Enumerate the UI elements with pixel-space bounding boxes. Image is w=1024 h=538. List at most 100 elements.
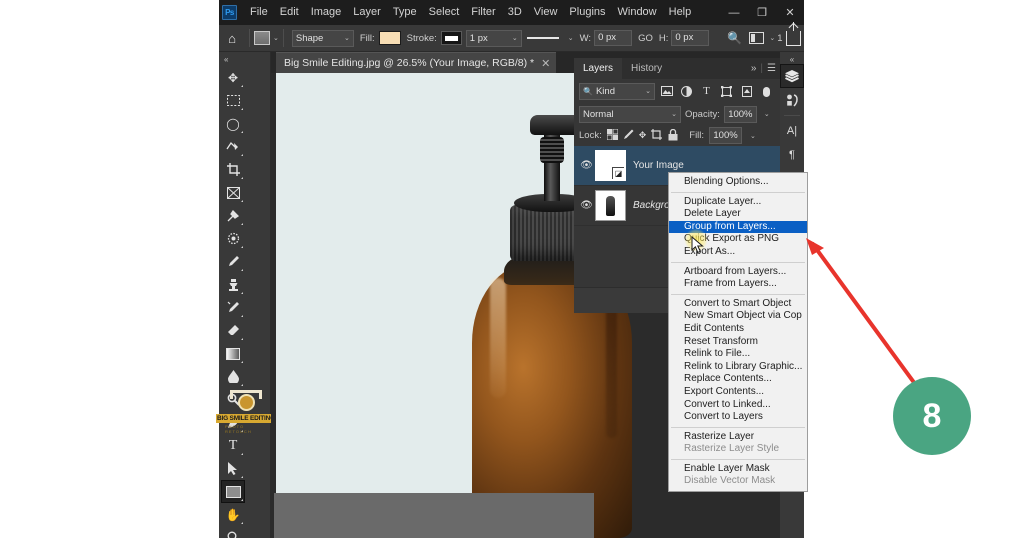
rectangular-marquee-tool[interactable] xyxy=(221,89,245,112)
stroke-style-caret-icon[interactable]: ⌄ xyxy=(568,34,574,42)
menu-item-delete-layer[interactable]: Delete Layer xyxy=(669,208,807,221)
character-dock-icon[interactable]: A | xyxy=(780,119,804,143)
adjustments-dock-icon[interactable] xyxy=(780,88,804,112)
search-icon[interactable]: 🔍 xyxy=(727,31,742,45)
layer-thumbnail[interactable] xyxy=(595,190,626,221)
close-icon[interactable]: ✕ xyxy=(541,57,550,70)
eyedropper-tool[interactable] xyxy=(221,204,245,227)
menu-file[interactable]: File xyxy=(244,0,274,25)
home-icon[interactable]: ⌂ xyxy=(219,31,245,46)
collapse-panel-icon[interactable]: » xyxy=(751,63,757,74)
collapse-toolbar-icon[interactable]: « xyxy=(219,52,270,66)
menu-filter[interactable]: Filter xyxy=(465,0,501,25)
menu-3d[interactable]: 3D xyxy=(502,0,528,25)
menu-item-group-from-layers[interactable]: Group from Layers... xyxy=(669,220,807,234)
layer-thumbnail[interactable]: ◪ xyxy=(595,150,626,181)
menu-help[interactable]: Help xyxy=(663,0,698,25)
menu-edit[interactable]: Edit xyxy=(274,0,305,25)
tab-layers[interactable]: Layers xyxy=(574,58,623,79)
menu-item-replace-contents[interactable]: Replace Contents... xyxy=(669,373,807,386)
adjustment-layer-filter-icon[interactable] xyxy=(678,83,695,100)
workspace-caret-icon[interactable]: ⌄ xyxy=(769,34,775,42)
menu-item-rasterize-layer[interactable]: Rasterize Layer xyxy=(669,431,807,444)
object-selection-tool[interactable] xyxy=(221,135,245,158)
tool-preset-caret-icon[interactable]: ⌄ xyxy=(273,34,279,42)
arrange-documents-icon[interactable] xyxy=(749,32,765,44)
minimize-button[interactable]: — xyxy=(720,0,748,25)
close-button[interactable]: ✕ xyxy=(776,0,804,25)
shape-mode-select[interactable]: Shape ⌄ xyxy=(291,29,354,47)
menu-image[interactable]: Image xyxy=(305,0,348,25)
menu-item-relink-to-library-graphic[interactable]: Relink to Library Graphic... xyxy=(669,361,807,374)
opacity-caret-icon[interactable]: ⌄ xyxy=(764,110,770,118)
shape-layer-filter-icon[interactable] xyxy=(718,83,735,100)
menu-item-blending-options[interactable]: Blending Options... xyxy=(669,176,807,189)
menu-item-edit-contents[interactable]: Edit Contents xyxy=(669,323,807,336)
menu-item-new-smart-object-via-copy[interactable]: New Smart Object via Cop xyxy=(669,310,807,323)
layer-context-menu[interactable]: Blending Options... Duplicate Layer... D… xyxy=(668,172,808,493)
fill-input[interactable]: 100% xyxy=(709,127,743,144)
menu-window[interactable]: Window xyxy=(612,0,663,25)
height-input[interactable]: 0 px xyxy=(671,30,710,46)
gray-rectangle-shape[interactable] xyxy=(274,493,594,538)
menu-item-artboard-from-layers[interactable]: Artboard from Layers... xyxy=(669,266,807,279)
type-tool[interactable]: T xyxy=(221,434,245,457)
lock-transparent-pixels-icon[interactable] xyxy=(606,128,619,142)
paragraph-dock-icon[interactable]: ¶ xyxy=(780,143,804,167)
lock-image-pixels-icon[interactable] xyxy=(623,129,634,142)
menu-item-reset-transform[interactable]: Reset Transform xyxy=(669,336,807,349)
history-brush-tool[interactable] xyxy=(221,296,245,319)
gradient-tool[interactable] xyxy=(221,342,245,365)
eraser-tool[interactable] xyxy=(221,319,245,342)
path-selection-tool[interactable] xyxy=(221,457,245,480)
brush-tool[interactable] xyxy=(221,250,245,273)
maximize-button[interactable]: ❐ xyxy=(748,0,776,25)
blend-mode-select[interactable]: Normal ⌄ xyxy=(579,105,681,123)
menu-layer[interactable]: Layer xyxy=(347,0,387,25)
menu-item-export-contents[interactable]: Export Contents... xyxy=(669,386,807,399)
smart-object-filter-icon[interactable] xyxy=(738,83,755,100)
lasso-tool[interactable]: ◯ xyxy=(221,112,245,135)
menu-item-duplicate-layer[interactable]: Duplicate Layer... xyxy=(669,196,807,209)
layer-visibility-icon[interactable]: 👁 xyxy=(578,160,595,171)
move-tool[interactable]: ✥ xyxy=(221,66,245,89)
link-width-height-icon[interactable]: GO xyxy=(638,33,653,44)
menu-item-relink-to-file[interactable]: Relink to File... xyxy=(669,348,807,361)
stroke-style-picker[interactable] xyxy=(526,30,565,46)
tab-history[interactable]: History xyxy=(622,58,671,79)
crop-tool[interactable] xyxy=(221,158,245,181)
rectangle-tool[interactable] xyxy=(221,480,245,503)
filter-toggle-icon[interactable] xyxy=(758,83,775,100)
collapse-dock-icon[interactable]: « xyxy=(780,52,804,64)
menu-item-frame-from-layers[interactable]: Frame from Layers... xyxy=(669,278,807,291)
width-input[interactable]: 0 px xyxy=(594,30,633,46)
share-export-icon[interactable] xyxy=(786,21,802,46)
layers-dock-icon[interactable] xyxy=(780,64,804,88)
clone-stamp-tool[interactable] xyxy=(221,273,245,296)
menu-type[interactable]: Type xyxy=(387,0,423,25)
layer-visibility-icon[interactable]: 👁 xyxy=(578,200,595,211)
document-tab[interactable]: Big Smile Editing.jpg @ 26.5% (Your Imag… xyxy=(276,52,557,73)
hand-tool[interactable]: ✋ xyxy=(221,503,245,526)
menu-plugins[interactable]: Plugins xyxy=(563,0,611,25)
stroke-width-select[interactable]: 1 px ⌄ xyxy=(465,29,522,47)
zoom-tool[interactable] xyxy=(221,526,245,538)
type-layer-filter-icon[interactable]: T xyxy=(698,83,715,100)
fill-caret-icon[interactable]: ⌄ xyxy=(750,132,756,140)
fill-color-swatch[interactable] xyxy=(378,31,401,45)
menu-item-quick-export-as-png[interactable]: Quick Export as PNG xyxy=(669,233,807,246)
menu-item-convert-to-layers[interactable]: Convert to Layers xyxy=(669,411,807,424)
artboard[interactable] xyxy=(274,73,656,538)
spot-healing-brush-tool[interactable] xyxy=(221,227,245,250)
lock-artboard-nesting-icon[interactable] xyxy=(651,129,663,142)
menu-item-enable-layer-mask[interactable]: Enable Layer Mask xyxy=(669,463,807,476)
lock-all-icon[interactable] xyxy=(668,128,678,143)
menu-item-convert-to-linked[interactable]: Convert to Linked... xyxy=(669,399,807,412)
menu-item-convert-to-smart-object[interactable]: Convert to Smart Object xyxy=(669,298,807,311)
tool-preset-picker-icon[interactable] xyxy=(254,31,270,45)
pixel-layer-filter-icon[interactable] xyxy=(658,83,675,100)
lock-position-icon[interactable]: ✥ xyxy=(639,130,647,141)
panel-menu-icon[interactable]: ☰ xyxy=(767,63,776,74)
filter-kind-select[interactable]: 🔍 Kind ⌄ xyxy=(579,82,655,100)
menu-item-export-as[interactable]: Export As... xyxy=(669,246,807,259)
